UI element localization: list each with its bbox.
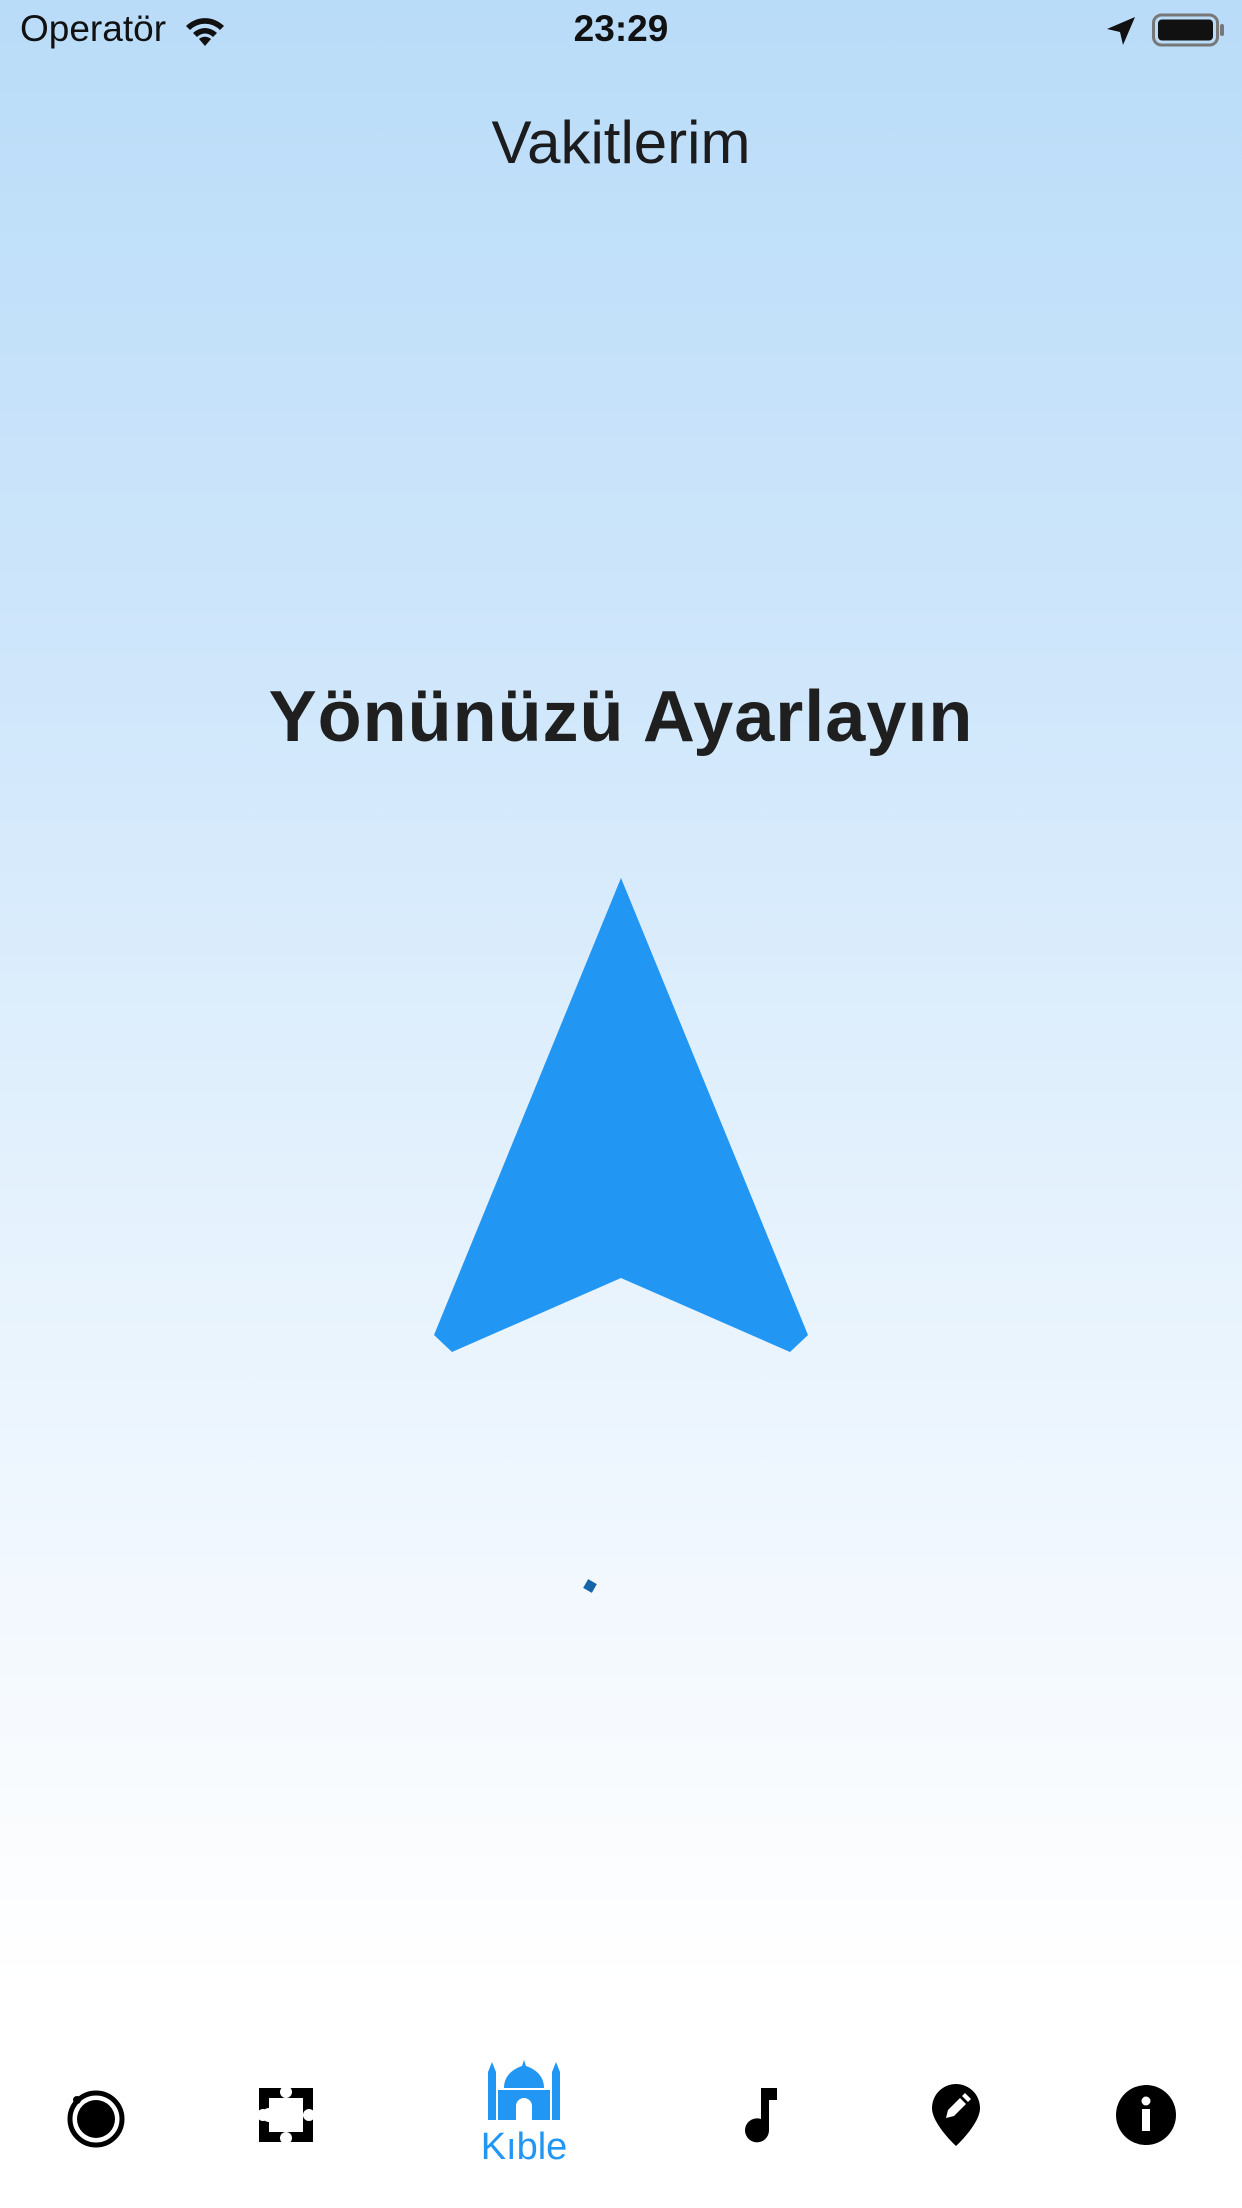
compass-arrow-icon bbox=[434, 878, 808, 1352]
puzzle-icon bbox=[257, 2086, 315, 2144]
tab-puzzle[interactable] bbox=[246, 2040, 326, 2208]
tab-info[interactable] bbox=[1106, 2040, 1186, 2208]
prayer-times-icon bbox=[67, 2090, 125, 2148]
qibla-heading: Yönünüzü Ayarlayın bbox=[268, 677, 974, 757]
tab-qibla-label: Kıble bbox=[480, 2126, 568, 2168]
tab-music[interactable] bbox=[722, 2040, 802, 2208]
music-note-icon bbox=[745, 2088, 777, 2143]
tab-prayer-times[interactable] bbox=[56, 2040, 136, 2208]
status-bar: Operatör 23:29 bbox=[0, 0, 1242, 62]
mosque-icon bbox=[488, 2060, 560, 2120]
edit-location-icon bbox=[932, 2084, 980, 2146]
tab-bar: Kıble bbox=[0, 2040, 1242, 2208]
page-title: Vakitlerim bbox=[491, 109, 751, 176]
status-time: 23:29 bbox=[573, 8, 669, 49]
tab-edit-location[interactable] bbox=[916, 2040, 996, 2208]
tab-qibla[interactable]: Kıble bbox=[464, 2040, 584, 2208]
battery-icon bbox=[1152, 13, 1224, 47]
direction-marker bbox=[583, 1579, 597, 1593]
location-arrow-icon bbox=[1107, 17, 1135, 45]
info-icon bbox=[1116, 2085, 1176, 2145]
qibla-screen: Operatör 23:29 Vakitlerim Yönünüzü Ayarl… bbox=[0, 0, 1242, 2208]
